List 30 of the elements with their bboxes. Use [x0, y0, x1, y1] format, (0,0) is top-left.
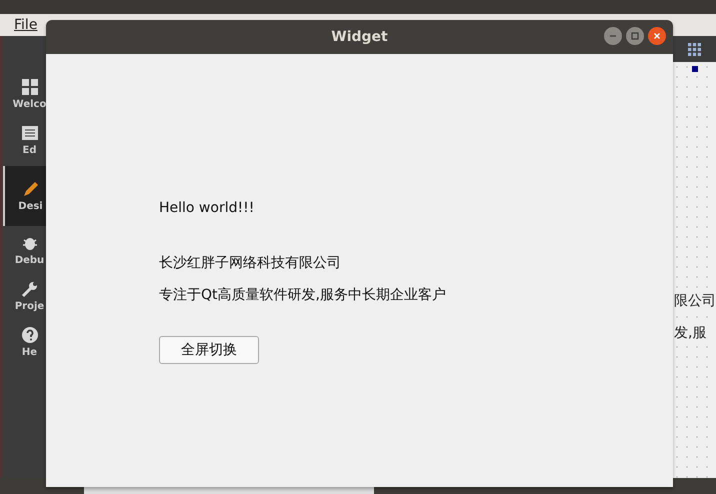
- mode-tab[interactable]: Debu: [3, 230, 46, 272]
- grid-icon: [20, 78, 38, 96]
- tab-label: Welco: [12, 99, 46, 110]
- mode-tab[interactable]: Welco: [3, 74, 46, 116]
- minimize-button[interactable]: [604, 27, 622, 45]
- tab-label: Proje: [14, 301, 44, 312]
- wrench-icon: [20, 280, 38, 298]
- label-text: Hello world!!!: [159, 200, 254, 216]
- mode-tab[interactable]: Desi: [3, 166, 46, 226]
- help-icon: [20, 326, 38, 344]
- label-text: 长沙红胖子网络科技有限公司: [159, 254, 341, 272]
- selection-handle[interactable]: [692, 66, 698, 72]
- pencil-icon: [22, 180, 40, 198]
- tab-label: He: [22, 347, 38, 358]
- window-title: Widget: [331, 29, 388, 45]
- label-text: 专注于Qt高质量软件研发,服务中长期企业客户: [159, 286, 446, 304]
- tab-label: Ed: [22, 145, 36, 156]
- mode-tab[interactable]: He: [3, 322, 46, 364]
- tab-label: Desi: [18, 201, 43, 212]
- canvas-label: 限公司: [674, 292, 716, 310]
- close-icon: [652, 31, 662, 41]
- close-button[interactable]: [648, 27, 666, 45]
- maximize-icon: [630, 31, 640, 41]
- mode-tab[interactable]: Ed: [3, 120, 46, 162]
- fullscreen-toggle-button[interactable]: 全屏切换: [159, 336, 259, 364]
- grid-icon[interactable]: [688, 42, 701, 56]
- menu-item[interactable]: File: [14, 17, 38, 33]
- tab-label: Debu: [14, 255, 44, 266]
- document-icon: [20, 124, 38, 142]
- mode-tab[interactable]: Proje: [3, 276, 46, 318]
